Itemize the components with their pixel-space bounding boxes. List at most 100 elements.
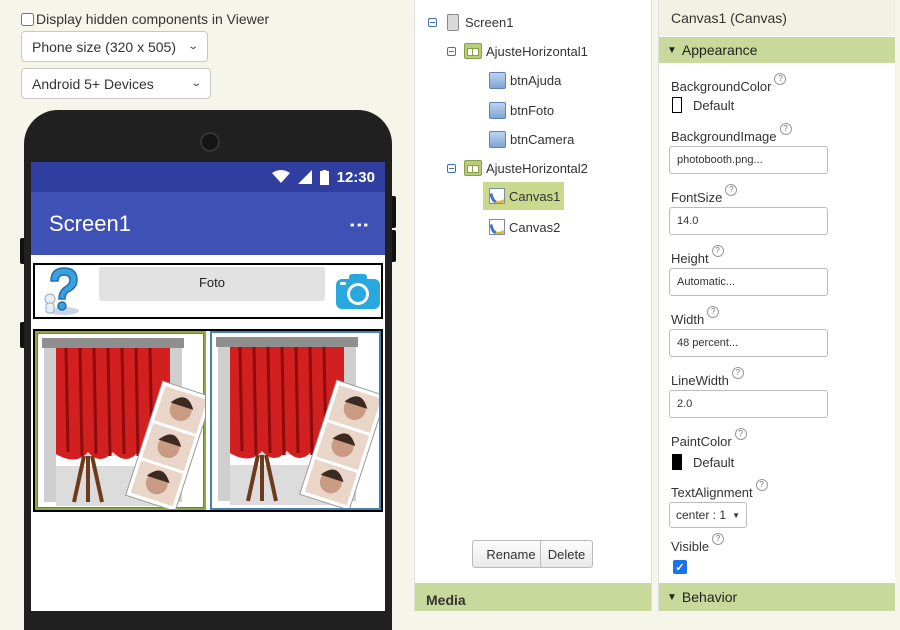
phone-side-button: [392, 230, 396, 262]
canvas-icon: [489, 188, 505, 204]
tree-node-label: btnAjuda: [510, 72, 562, 88]
components-panel: Screen1 AjusteHorizontal1 btnAjuda btnFo…: [414, 0, 652, 611]
help-icon[interactable]: ?: [734, 428, 747, 440]
color-swatch: [672, 454, 682, 470]
app-bar: Screen1 ⋮: [31, 192, 385, 255]
checkmark-icon: ✓: [675, 561, 685, 574]
battery-icon: [319, 169, 329, 185]
help-icon[interactable]: ?: [725, 184, 738, 196]
button-icon: [489, 71, 506, 89]
btn-foto-preview[interactable]: Foto: [99, 267, 325, 301]
linewidth-field[interactable]: 2.0: [669, 390, 828, 418]
button-icon: [489, 130, 506, 148]
fontsize-field[interactable]: 14.0: [669, 207, 828, 235]
paintcolor-value: Default: [693, 454, 735, 470]
tree-node-label: Canvas2: [509, 219, 561, 235]
tree-node-label: btnFoto: [510, 102, 555, 118]
photobooth-image: [42, 338, 213, 512]
tree-node-label: btnCamera: [510, 131, 575, 147]
status-bar: 12:30: [31, 162, 385, 192]
display-hidden-checkbox-row[interactable]: Display hidden components in Viewer: [21, 11, 269, 27]
help-icon[interactable]: ?: [711, 245, 724, 257]
tree-node-ajustehorizontal1[interactable]: AjusteHorizontal1: [447, 40, 588, 62]
properties-title: Canvas1 (Canvas): [659, 0, 895, 36]
tree-node-btncamera[interactable]: btnCamera: [489, 128, 574, 150]
display-hidden-checkbox[interactable]: [21, 12, 34, 26]
paintcolor-label: PaintColor?: [671, 428, 747, 449]
tree-node-screen1[interactable]: Screen1: [428, 11, 513, 33]
visible-checkbox[interactable]: ✓: [673, 560, 687, 574]
collapse-icon[interactable]: [428, 17, 437, 27]
textalignment-select[interactable]: center : 1 ▼: [669, 502, 747, 528]
textalignment-label: TextAlignment?: [671, 479, 768, 500]
rename-button[interactable]: Rename: [472, 540, 550, 568]
height-label: Height?: [671, 245, 724, 266]
tree-node-btnfoto[interactable]: btnFoto: [489, 99, 554, 121]
phone-size-select[interactable]: Phone size (320 x 505) ⌄: [21, 31, 208, 62]
phone-size-value: Phone size (320 x 505): [32, 38, 176, 55]
chevron-down-icon: ⌄: [186, 41, 199, 52]
btn-camera-preview[interactable]: [335, 271, 381, 311]
tree-node-label: Canvas1: [509, 188, 561, 204]
appearance-section-header[interactable]: ▼ Appearance: [659, 37, 895, 63]
expand-triangle-icon: ▼: [667, 591, 677, 603]
help-icon[interactable]: ?: [731, 367, 744, 379]
viewer-pane: Display hidden components in Viewer Phon…: [0, 0, 405, 630]
tree-node-canvas2[interactable]: Canvas2: [489, 216, 560, 238]
expand-triangle-icon: ▼: [667, 44, 677, 56]
fontsize-label: FontSize?: [671, 184, 738, 205]
height-field[interactable]: Automatic...: [669, 268, 828, 296]
overflow-menu-icon[interactable]: ⋮: [347, 215, 371, 233]
help-icon[interactable]: ?: [774, 73, 787, 85]
media-header[interactable]: Media: [415, 583, 651, 611]
tree-node-label: AjusteHorizontal1: [486, 43, 588, 59]
help-icon[interactable]: ?: [755, 479, 768, 491]
ajuste-horizontal-1-preview[interactable]: Foto: [33, 263, 383, 319]
phone-side-button: [20, 322, 24, 348]
help-icon[interactable]: ?: [712, 533, 725, 545]
screen-title: Screen1: [49, 210, 131, 236]
delete-button[interactable]: Delete: [540, 540, 593, 568]
button-icon: [489, 101, 506, 119]
tree-node-btnajuda[interactable]: btnAjuda: [489, 69, 561, 91]
paintcolor-picker[interactable]: Default: [672, 454, 734, 470]
wifi-icon: [271, 170, 290, 183]
behavior-section-header[interactable]: ▼ Behavior: [659, 583, 895, 611]
camera-icon: [336, 274, 380, 309]
phone-side-button: [392, 196, 396, 228]
btn-ajuda-preview[interactable]: [37, 265, 89, 317]
phone-camera: [200, 132, 220, 152]
width-label: Width?: [671, 306, 720, 327]
background-image-label: BackgroundImage?: [671, 123, 792, 144]
tree-node-canvas1[interactable]: Canvas1: [483, 182, 565, 210]
color-swatch: [672, 97, 682, 113]
collapse-icon[interactable]: [447, 46, 456, 56]
canvas2-preview[interactable]: [210, 331, 385, 511]
background-color-picker[interactable]: Default: [672, 97, 734, 113]
tree-node-ajustehorizontal2[interactable]: AjusteHorizontal2: [447, 157, 588, 179]
collapse-icon[interactable]: [447, 163, 456, 173]
canvas1-preview[interactable]: [35, 331, 213, 512]
status-time: 12:30: [336, 168, 375, 186]
horizontal-arrangement-icon: [464, 160, 482, 176]
help-question-icon: [44, 267, 79, 315]
background-image-field[interactable]: photobooth.png...: [669, 146, 828, 174]
tree-node-label: AjusteHorizontal2: [486, 160, 588, 176]
background-color-value: Default: [693, 97, 735, 113]
help-icon[interactable]: ?: [779, 123, 792, 135]
help-icon[interactable]: ?: [707, 306, 720, 318]
linewidth-label: LineWidth?: [671, 367, 744, 388]
ajuste-horizontal-2-preview[interactable]: [33, 329, 385, 512]
signal-icon: [297, 170, 312, 184]
caret-down-icon: ▼: [732, 510, 740, 520]
horizontal-arrangement-icon: [464, 43, 482, 59]
device-value: Android 5+ Devices: [32, 75, 154, 92]
phone-side-button: [20, 238, 24, 264]
display-hidden-label: Display hidden components in Viewer: [36, 11, 270, 27]
canvas-icon: [489, 219, 505, 235]
screen-icon: [447, 13, 459, 31]
textalignment-value: center : 1: [676, 508, 727, 522]
section-label: Appearance: [681, 42, 758, 58]
device-select[interactable]: Android 5+ Devices ⌄: [21, 68, 211, 99]
width-field[interactable]: 48 percent...: [669, 329, 828, 357]
